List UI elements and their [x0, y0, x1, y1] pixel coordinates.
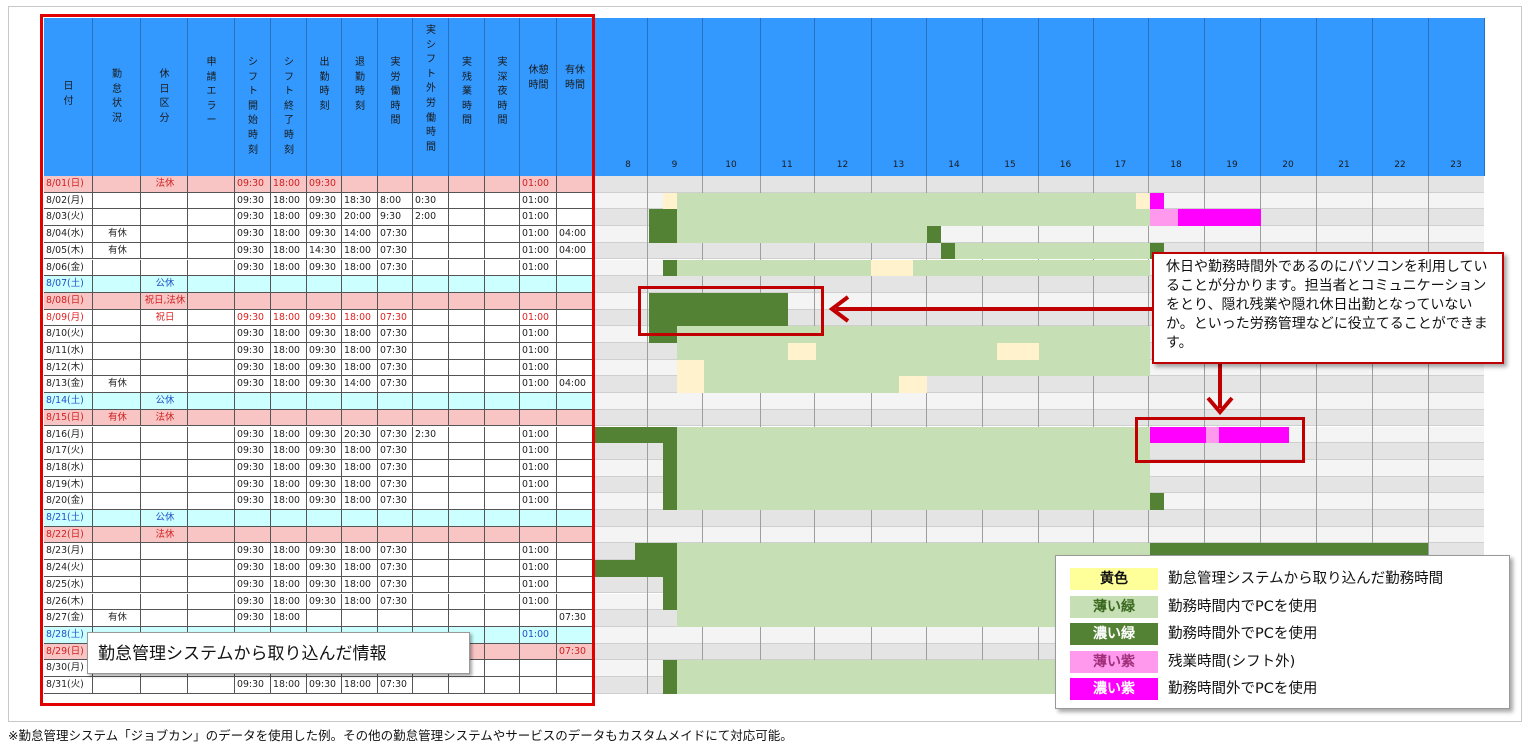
- footnote: ※勤怠管理システム「ジョブカン」のデータを使用した例。その他の勤怠管理システムや…: [8, 728, 793, 743]
- legend-item: 濃い紫 勤務時間外でPCを使用: [1070, 678, 1500, 700]
- legend-item: 黄色 勤怠管理システムから取り込んだ勤務時間: [1070, 568, 1500, 590]
- legend-label: 勤務時間内でPCを使用: [1168, 598, 1318, 615]
- legend-item: 薄い緑 勤務時間内でPCを使用: [1070, 595, 1500, 618]
- legend-item: 薄い紫 残業時間(シフト外): [1070, 650, 1500, 673]
- explanation-callout: 休日や勤務時間外であるのにパソコンを利用していることが分かります。担当者とコミュ…: [1152, 252, 1504, 364]
- color-legend: 黄色 勤怠管理システムから取り込んだ勤務時間 薄い緑 勤務時間内でPCを使用 濃い緑 勤務…: [1055, 555, 1510, 709]
- legend-swatch: 濃い緑: [1070, 623, 1158, 645]
- legend-label: 勤務時間外でPCを使用: [1168, 681, 1318, 697]
- legend-swatch: 濃い紫: [1070, 678, 1158, 700]
- legend-item: 濃い緑 勤務時間外でPCを使用: [1070, 623, 1500, 645]
- legend-label: 残業時間(シフト外): [1168, 653, 1296, 670]
- legend-swatch: 薄い緑: [1070, 595, 1158, 618]
- legend-swatch: 黄色: [1070, 568, 1158, 590]
- legend-label: 勤務時間外でPCを使用: [1168, 626, 1318, 642]
- legend-swatch: 薄い紫: [1070, 650, 1158, 673]
- legend-label: 勤怠管理システムから取り込んだ勤務時間: [1168, 571, 1444, 587]
